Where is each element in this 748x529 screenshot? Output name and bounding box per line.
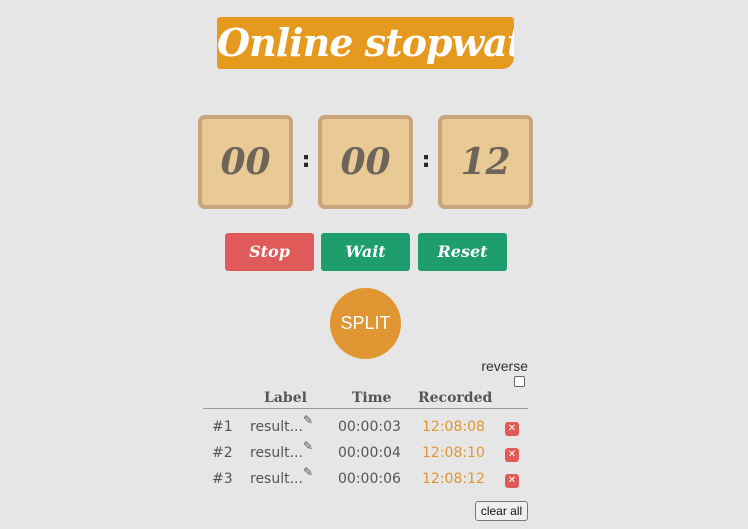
minutes-display: 00: [318, 115, 413, 209]
close-icon[interactable]: ✕: [505, 448, 519, 462]
close-icon[interactable]: ✕: [505, 422, 519, 436]
split-button[interactable]: SPLIT: [330, 288, 401, 359]
row-label[interactable]: result...: [250, 419, 303, 435]
clear-all-button[interactable]: clear all: [475, 501, 528, 521]
table-row: #2 result... ✎ 00:00:04 12:08:10 ✕: [0, 439, 748, 471]
time-separator: :: [301, 148, 311, 173]
row-recorded: 12:08:10: [422, 445, 485, 461]
table-row: #1 result... ✎ 00:00:03 12:08:08 ✕: [0, 413, 748, 445]
stop-button[interactable]: Stop: [225, 233, 314, 271]
row-label[interactable]: result...: [250, 471, 303, 487]
row-label[interactable]: result...: [250, 445, 303, 461]
row-time: 00:00:04: [338, 445, 401, 461]
row-number: #2: [212, 445, 233, 461]
pencil-icon[interactable]: ✎: [303, 413, 313, 427]
wait-button[interactable]: Wait: [321, 233, 410, 271]
row-time: 00:00:03: [338, 419, 401, 435]
column-header-label: Label: [264, 390, 307, 406]
hours-display: 00: [198, 115, 293, 209]
table-row: #3 result... ✎ 00:00:06 12:08:12 ✕: [0, 465, 748, 497]
time-separator: :: [421, 148, 431, 173]
reverse-label: reverse: [481, 358, 528, 374]
column-header-recorded: Recorded: [418, 390, 493, 406]
reset-button[interactable]: Reset: [418, 233, 507, 271]
pencil-icon[interactable]: ✎: [303, 465, 313, 479]
close-icon[interactable]: ✕: [505, 474, 519, 488]
row-recorded: 12:08:08: [422, 419, 485, 435]
row-time: 00:00:06: [338, 471, 401, 487]
reverse-checkbox[interactable]: [514, 376, 525, 387]
row-number: #1: [212, 419, 233, 435]
pencil-icon[interactable]: ✎: [303, 439, 313, 453]
seconds-display: 12: [438, 115, 533, 209]
page-title: Online stopwatch: [217, 17, 514, 69]
column-header-time: Time: [352, 390, 392, 406]
row-number: #3: [212, 471, 233, 487]
table-divider: [203, 408, 528, 409]
row-recorded: 12:08:12: [422, 471, 485, 487]
